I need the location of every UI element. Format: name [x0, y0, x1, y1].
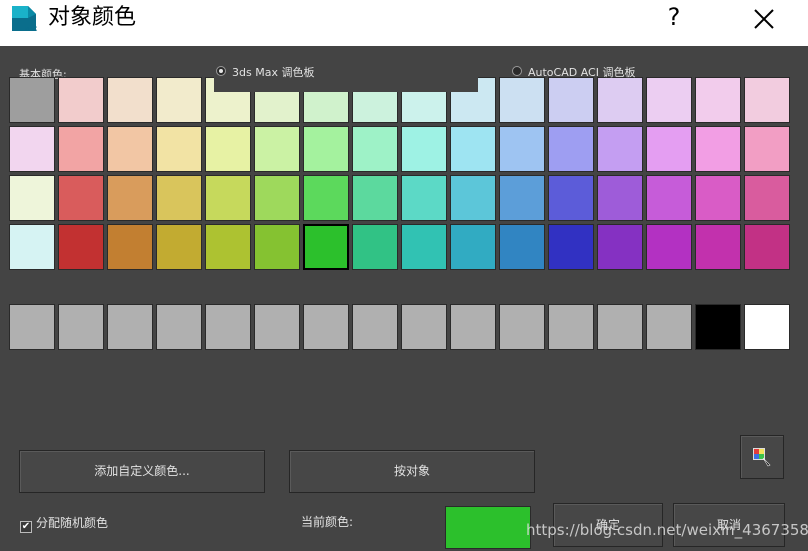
cancel-button[interactable]: 取消	[673, 503, 785, 547]
custom-color-swatch[interactable]	[107, 304, 153, 350]
color-swatch[interactable]	[156, 224, 202, 270]
color-swatch[interactable]	[646, 224, 692, 270]
color-swatch[interactable]	[744, 126, 790, 172]
custom-color-swatch[interactable]	[695, 304, 741, 350]
color-swatch[interactable]	[401, 224, 447, 270]
color-swatch[interactable]	[303, 224, 349, 270]
close-icon[interactable]	[750, 5, 778, 33]
color-swatch[interactable]	[597, 126, 643, 172]
color-swatch[interactable]	[646, 126, 692, 172]
radio-autocad-aci-palette[interactable]	[512, 66, 522, 76]
color-swatch[interactable]	[107, 224, 153, 270]
custom-color-swatch[interactable]	[548, 304, 594, 350]
color-swatch[interactable]	[744, 224, 790, 270]
custom-color-swatch[interactable]	[205, 304, 251, 350]
color-swatch[interactable]	[156, 77, 202, 123]
color-swatch[interactable]	[58, 224, 104, 270]
color-swatch[interactable]	[499, 224, 545, 270]
assign-random-colors-label: 分配随机颜色	[36, 516, 109, 530]
eyedropper-palette-icon	[753, 448, 771, 467]
help-button[interactable]: ?	[662, 2, 686, 32]
custom-color-swatch[interactable]	[646, 304, 692, 350]
custom-color-swatch[interactable]	[352, 304, 398, 350]
color-swatch[interactable]	[597, 77, 643, 123]
3ds-max-app-icon: MAX	[12, 6, 37, 33]
color-swatch[interactable]	[401, 126, 447, 172]
color-swatch[interactable]	[156, 126, 202, 172]
color-swatch[interactable]	[205, 224, 251, 270]
color-swatch[interactable]	[352, 175, 398, 221]
color-swatch[interactable]	[254, 175, 300, 221]
current-color-label: 当前颜色:	[301, 515, 354, 529]
window-title: 对象颜色	[48, 5, 137, 30]
color-swatch[interactable]	[695, 77, 741, 123]
svg-text:MAX: MAX	[24, 26, 37, 33]
custom-color-swatch[interactable]	[303, 304, 349, 350]
custom-color-swatch[interactable]	[597, 304, 643, 350]
color-swatch[interactable]	[450, 175, 496, 221]
color-swatch[interactable]	[548, 126, 594, 172]
color-swatch[interactable]	[107, 126, 153, 172]
color-swatch[interactable]	[107, 77, 153, 123]
custom-color-swatch[interactable]	[9, 304, 55, 350]
color-swatch[interactable]	[450, 224, 496, 270]
color-swatch[interactable]	[401, 175, 447, 221]
custom-color-swatch[interactable]	[156, 304, 202, 350]
color-swatch[interactable]	[597, 224, 643, 270]
color-swatch[interactable]	[695, 224, 741, 270]
color-swatch[interactable]	[352, 224, 398, 270]
ok-button[interactable]: 确定	[553, 503, 663, 547]
custom-color-swatch[interactable]	[254, 304, 300, 350]
color-swatch[interactable]	[303, 175, 349, 221]
color-swatch[interactable]	[597, 175, 643, 221]
color-swatch[interactable]	[548, 224, 594, 270]
color-swatch[interactable]	[107, 175, 153, 221]
color-swatch[interactable]	[205, 126, 251, 172]
color-swatch[interactable]	[695, 126, 741, 172]
color-swatch[interactable]	[499, 77, 545, 123]
color-swatch[interactable]	[58, 126, 104, 172]
color-swatch[interactable]	[499, 126, 545, 172]
title-bar: MAX 对象颜色 ?	[0, 0, 808, 46]
custom-color-swatch[interactable]	[401, 304, 447, 350]
color-swatch[interactable]	[548, 175, 594, 221]
color-swatch[interactable]	[58, 77, 104, 123]
color-swatch[interactable]	[9, 175, 55, 221]
color-swatch[interactable]	[156, 175, 202, 221]
custom-color-swatch[interactable]	[450, 304, 496, 350]
color-swatch[interactable]	[352, 126, 398, 172]
radio-3ds-max-palette[interactable]	[216, 66, 226, 76]
color-swatch[interactable]	[744, 175, 790, 221]
color-swatch[interactable]	[646, 77, 692, 123]
color-swatch[interactable]	[646, 175, 692, 221]
option-autocad-aci-palette-label: AutoCAD ACI 调色板	[528, 66, 636, 79]
color-swatch[interactable]	[58, 175, 104, 221]
checkmark-icon: ✔	[21, 521, 31, 532]
add-custom-color-button[interactable]: 添加自定义颜色...	[19, 450, 265, 493]
custom-color-swatch[interactable]	[744, 304, 790, 350]
color-swatch[interactable]	[744, 77, 790, 123]
color-picker-button[interactable]	[740, 435, 784, 479]
color-swatch[interactable]	[9, 126, 55, 172]
by-object-button[interactable]: 按对象	[289, 450, 535, 493]
color-swatch[interactable]	[548, 77, 594, 123]
color-swatch[interactable]	[254, 126, 300, 172]
current-color-swatch[interactable]	[445, 506, 531, 549]
assign-random-colors-checkbox[interactable]: ✔	[20, 521, 32, 533]
color-swatch[interactable]	[303, 126, 349, 172]
color-swatch[interactable]	[695, 175, 741, 221]
color-swatch[interactable]	[205, 175, 251, 221]
custom-color-swatch[interactable]	[499, 304, 545, 350]
color-swatch[interactable]	[450, 126, 496, 172]
color-swatch[interactable]	[9, 224, 55, 270]
color-swatch[interactable]	[9, 77, 55, 123]
color-swatch[interactable]	[499, 175, 545, 221]
custom-color-swatch[interactable]	[58, 304, 104, 350]
option-3ds-max-palette-label: 3ds Max 调色板	[232, 66, 315, 79]
color-swatch[interactable]	[254, 224, 300, 270]
